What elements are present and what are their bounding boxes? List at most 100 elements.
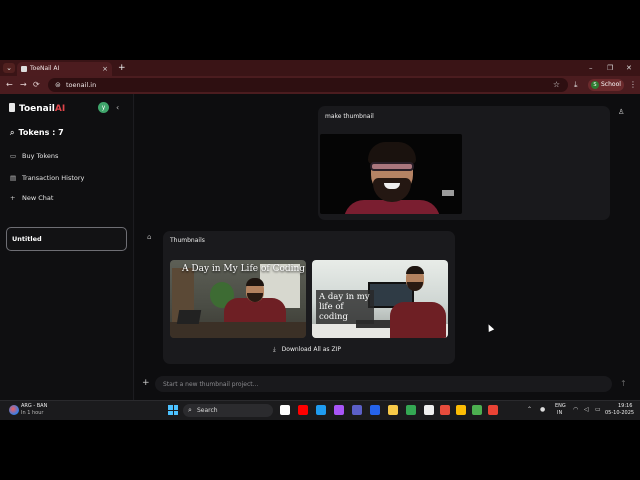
weather-title: ARG - BAN — [21, 403, 48, 409]
photo-shirt — [344, 200, 440, 214]
language-line-1[interactable]: ENG — [555, 403, 566, 410]
taskbar-app-notes[interactable] — [424, 405, 434, 415]
add-attachment-button[interactable]: + — [142, 377, 150, 389]
reload-button[interactable]: ⟳ — [33, 79, 40, 91]
profile-label: School — [601, 81, 621, 88]
new-tab-button[interactable]: + — [118, 62, 126, 74]
thumb-laptop — [176, 310, 202, 324]
tray-app-icon[interactable]: ● — [540, 405, 545, 415]
taskbar-app-task-view[interactable] — [280, 405, 290, 415]
weather-icon[interactable] — [9, 405, 19, 415]
download-zip-button[interactable]: ⤓ Download All as ZIP — [273, 345, 341, 355]
bot-message: Thumbnails A Day in My Life of Coding A … — [163, 231, 455, 364]
thumbnail-1[interactable]: A Day in My Life of Coding — [170, 260, 306, 338]
taskbar-app-chrome-3[interactable] — [472, 405, 482, 415]
maximize-button[interactable]: ❐ — [607, 62, 613, 74]
user-avatar[interactable]: y — [98, 102, 109, 113]
uploaded-photo[interactable] — [320, 134, 462, 214]
browser-tab-active[interactable]: ToeNail AI × — [17, 62, 112, 76]
language-line-2[interactable]: IN — [557, 410, 562, 417]
tab-search-button[interactable]: ⌄ — [3, 63, 15, 73]
browser-tab-strip: ⌄ ToeNail AI × + – ❐ ✕ — [0, 60, 640, 76]
user-message-icon: ♙ — [618, 108, 625, 116]
tab-close-icon[interactable]: × — [102, 64, 108, 74]
taskbar-app-red[interactable] — [440, 405, 450, 415]
sidebar: ToenailAI y ‹ ⌕ Tokens : 7 ▭ Buy Tokens ▤ T… — [0, 94, 134, 400]
sidebar-item-label: Transaction History — [22, 174, 85, 182]
tray-overflow-icon[interactable]: ⌃ — [527, 405, 532, 415]
taskbar-app-teams[interactable] — [352, 405, 362, 415]
composer — [155, 376, 612, 392]
chat-history-label: Untitled — [12, 235, 42, 243]
taskbar-search[interactable]: ⌕ Search — [183, 404, 273, 417]
taskbar-app-mail[interactable] — [370, 405, 380, 415]
forward-button[interactable]: → — [20, 79, 27, 91]
downloads-icon[interactable]: ⤓ — [574, 79, 578, 91]
collapse-sidebar-icon[interactable]: ‹ — [116, 102, 119, 113]
chat-main: ♙ make thumbnail ⌂ Thumbnails A Day in M… — [135, 94, 640, 400]
profile-button[interactable]: S School — [588, 79, 624, 91]
photo-hair — [368, 142, 416, 164]
tab-title: ToeNail AI — [30, 65, 60, 72]
download-zip-label: Download All as ZIP — [281, 346, 341, 353]
site-info-icon[interactable]: ⊜ — [55, 80, 61, 90]
send-button[interactable]: ↑ — [620, 378, 627, 390]
thumbnail-1-title: A Day in My Life of Coding — [182, 264, 306, 274]
battery-icon[interactable]: ▭ — [595, 405, 601, 415]
receipt-icon: ▤ — [10, 174, 17, 182]
bot-message-text: Thumbnails — [170, 237, 205, 244]
taskbar-app-file-explorer[interactable] — [388, 405, 398, 415]
clock-time[interactable]: 19:16 — [618, 403, 632, 410]
volume-icon[interactable]: ◁ — [584, 405, 589, 415]
screen: ⌄ ToeNail AI × + – ❐ ✕ ← → ⟳ ⊜ toenail.i… — [0, 60, 640, 420]
clock-date[interactable]: 05-10-2025 — [605, 410, 634, 417]
address-url: toenail.in — [66, 81, 97, 89]
thumb-person-body — [390, 302, 446, 338]
app-logo[interactable]: ToenailAI — [19, 103, 65, 115]
message-input[interactable] — [163, 378, 583, 390]
minimize-button[interactable]: – — [589, 62, 593, 74]
mouse-cursor — [485, 323, 495, 332]
taskbar-app-youtube[interactable] — [298, 405, 308, 415]
user-message: make thumbnail — [318, 106, 610, 220]
wifi-icon[interactable]: ◠ — [573, 405, 578, 415]
browser-menu-icon[interactable]: ⋮ — [629, 79, 637, 91]
weather-subtitle: In 1 hour — [21, 410, 44, 416]
start-button[interactable] — [168, 405, 178, 415]
logo-icon — [9, 103, 15, 112]
sidebar-item-new-chat[interactable]: + New Chat — [10, 193, 53, 203]
thumb-person-hair — [406, 266, 424, 274]
taskbar-app-copilot[interactable] — [334, 405, 344, 415]
photo-glasses — [370, 162, 414, 171]
sidebar-item-buy-tokens[interactable]: ▭ Buy Tokens — [10, 151, 58, 161]
thumb-desk — [170, 322, 306, 338]
chat-history-item[interactable]: Untitled — [6, 227, 127, 251]
favicon-icon — [21, 66, 27, 72]
download-icon: ⤓ — [273, 346, 276, 353]
plus-icon: + — [10, 194, 16, 202]
photo-light — [442, 190, 454, 196]
token-icon: ⌕ — [10, 128, 15, 137]
address-bar[interactable]: ⊜ toenail.in ☆ — [48, 78, 568, 92]
thumbnail-2[interactable]: A day in my life of coding — [312, 260, 448, 338]
tokens-count: ⌕ Tokens : 7 — [10, 127, 64, 139]
taskbar-app-chrome-4[interactable] — [488, 405, 498, 415]
taskbar-app-chrome-2[interactable] — [456, 405, 466, 415]
back-button[interactable]: ← — [6, 79, 13, 91]
logo-accent-text: AI — [54, 104, 66, 114]
logo-main-text: Toenail — [19, 104, 55, 114]
profile-avatar: S — [591, 81, 599, 89]
sidebar-item-transaction-history[interactable]: ▤ Transaction History — [10, 173, 84, 183]
search-icon: ⌕ — [188, 406, 192, 414]
thumbnail-2-title: A day in my life of coding — [316, 290, 374, 324]
taskbar-app-chrome-1[interactable] — [406, 405, 416, 415]
toenail-app: ToenailAI y ‹ ⌕ Tokens : 7 ▭ Buy Tokens ▤ T… — [0, 94, 640, 400]
tokens-label: Tokens : 7 — [18, 128, 64, 137]
taskbar-search-label: Search — [197, 407, 218, 414]
sidebar-item-label: Buy Tokens — [22, 152, 59, 160]
taskbar-app-edge[interactable] — [316, 405, 326, 415]
sidebar-item-label: New Chat — [22, 194, 54, 202]
card-icon: ▭ — [10, 152, 17, 160]
bookmark-star-icon[interactable]: ☆ — [553, 79, 560, 91]
close-window-button[interactable]: ✕ — [626, 62, 632, 74]
